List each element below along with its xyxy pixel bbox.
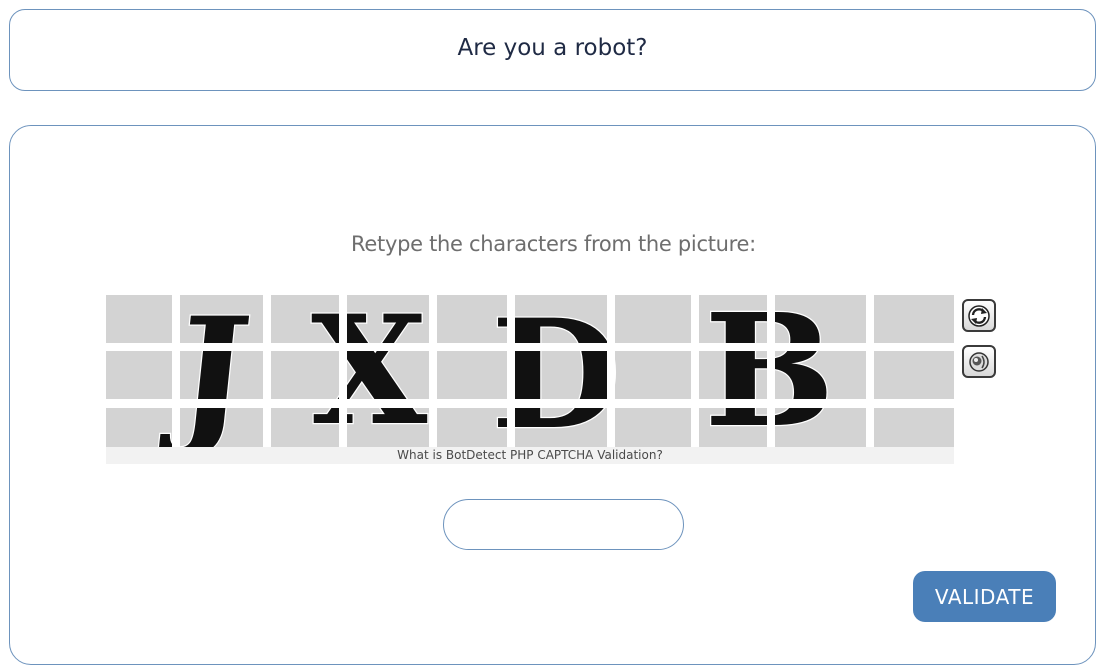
captcha-graphic: J X D B <box>106 295 954 447</box>
play-sound-button[interactable] <box>962 345 996 378</box>
validate-button[interactable]: VALIDATE <box>913 571 1056 622</box>
captcha-help-link[interactable]: What is BotDetect PHP CAPTCHA Validation… <box>106 447 954 464</box>
page-title: Are you a robot? <box>457 35 648 61</box>
captcha-instructions: Retype the characters from the picture: <box>351 232 756 256</box>
header-card: Are you a robot? <box>9 9 1096 91</box>
captcha-char-2: X <box>311 295 428 447</box>
reload-icon <box>968 304 990 327</box>
speaker-icon <box>969 351 989 372</box>
captcha-image: J X D B <box>106 295 954 447</box>
captcha-answer-input[interactable] <box>443 499 684 550</box>
reload-captcha-button[interactable] <box>962 299 996 332</box>
